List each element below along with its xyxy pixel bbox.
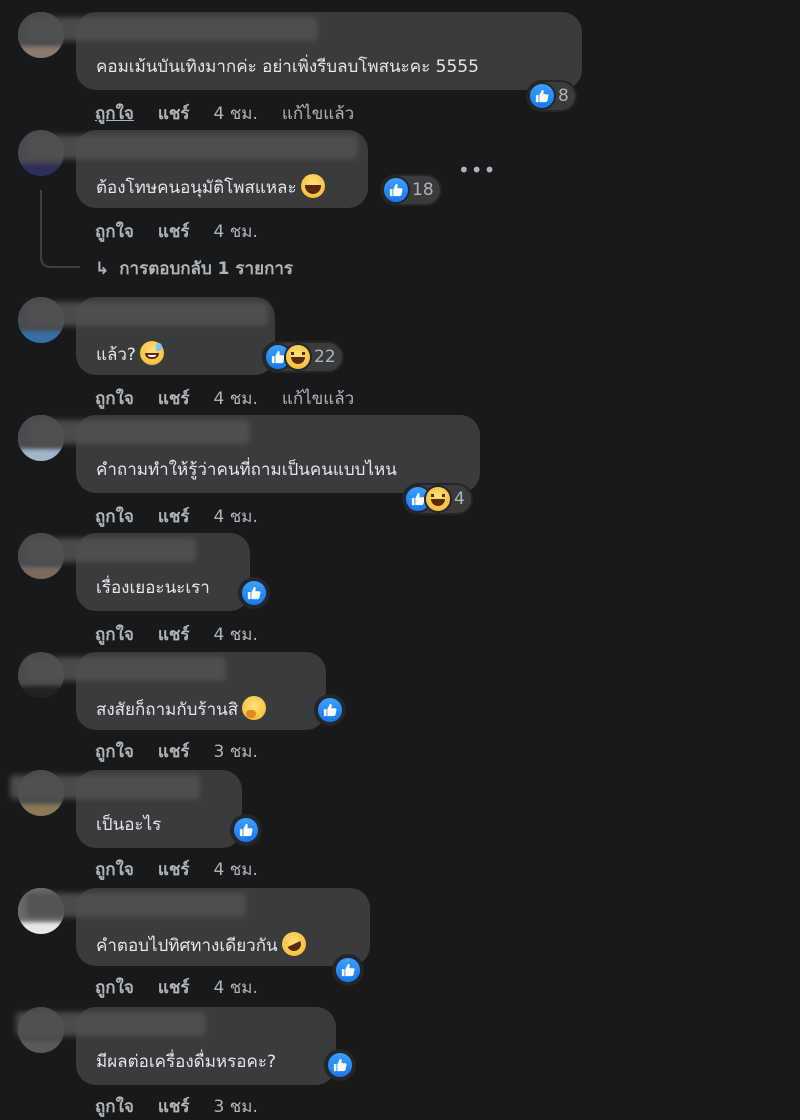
comment-text: มีผลต่อเครื่องดื่มหรอคะ? <box>96 1052 276 1072</box>
timestamp[interactable]: 4 ชม. <box>214 218 258 245</box>
comment-bubble: มีผลต่อเครื่องดื่มหรอคะ? <box>16 1007 336 1085</box>
reaction-summary[interactable] <box>326 1051 354 1079</box>
like-action[interactable]: ถูกใจ <box>95 218 134 245</box>
like-reaction-icon <box>234 818 258 842</box>
comment-bubble: ต้องโทษคนอนุมัติโพสแหละ <box>28 130 368 208</box>
haha-reaction-icon <box>286 345 310 369</box>
like-reaction-icon <box>336 958 360 982</box>
comment-actions: ถูกใจ แชร์ 4 ชม. <box>95 218 282 245</box>
comment-bubble: สงสัยก็ถามกับร้านสิ <box>26 652 326 730</box>
reaction-summary[interactable] <box>240 579 268 607</box>
reaction-summary[interactable] <box>334 956 362 984</box>
like-reaction-icon <box>242 581 266 605</box>
author-name-blurred[interactable] <box>16 1012 206 1036</box>
comment-text: สงสัยก็ถามกับร้านสิ <box>96 696 267 721</box>
author-name-blurred[interactable] <box>10 775 200 799</box>
comment-text: เป็นอะไร <box>96 815 162 835</box>
like-reaction-icon <box>328 1053 352 1077</box>
comment-item: คำตอบไปทิศทางเดียวกัน ถูกใจ แชร์ 4 ชม. <box>0 876 800 998</box>
reaction-summary[interactable]: 22 <box>264 343 342 371</box>
reaction-summary[interactable] <box>316 696 344 724</box>
comment-item: คำถามทำให้รู้ว่าคนที่ถามเป็นคนแบบไหน 4 ถ… <box>0 403 800 527</box>
comment-text: คำตอบไปทิศทางเดียวกัน <box>96 928 310 960</box>
like-reaction-icon <box>384 178 408 202</box>
comment-text: คำถามทำให้รู้ว่าคนที่ถามเป็นคนแบบไหน <box>96 460 397 480</box>
reaction-count: 8 <box>558 86 569 106</box>
reaction-summary[interactable]: 18 <box>382 176 440 204</box>
comment-bubble: เรื่องเยอะนะเรา <box>26 533 250 611</box>
reaction-count: 4 <box>454 489 465 509</box>
reaction-count: 22 <box>314 347 336 367</box>
reaction-summary[interactable]: 4 <box>404 485 471 513</box>
haha-reaction-icon <box>426 487 450 511</box>
thinking-emoji-icon <box>242 696 267 720</box>
like-reaction-icon <box>318 698 342 722</box>
comment-text: ต้องโทษคนอนุมัติโพสแหละ <box>96 174 325 199</box>
reaction-summary[interactable]: 8 <box>528 82 575 110</box>
comment-item: แล้ว? 22 ถูกใจ แชร์ 4 ชม. แก้ไขแล้ว <box>0 285 800 409</box>
like-action[interactable]: ถูกใจ <box>95 1093 134 1120</box>
rofl-emoji-icon <box>277 928 310 960</box>
reaction-count: 18 <box>412 180 434 200</box>
reaction-summary[interactable] <box>232 816 260 844</box>
more-options-icon[interactable]: ••• <box>458 158 496 182</box>
comment-bubble: เป็นอะไร <box>10 770 242 848</box>
comment-item: เป็นอะไร ถูกใจ แชร์ 4 ชม. <box>0 758 800 880</box>
comment-text: คอมเม้นบันเทิงมากค่ะ อย่าเพิ่งรีบลบโพสนะ… <box>96 57 479 77</box>
comment-item: สงสัยก็ถามกับร้านสิ ถูกใจ แชร์ 3 ชม. <box>0 640 800 762</box>
comment-actions: ถูกใจ แชร์ 3 ชม. <box>95 1093 282 1120</box>
author-name-blurred[interactable] <box>26 657 226 681</box>
comment-bubble: แล้ว? <box>28 297 275 375</box>
like-reaction-icon <box>530 84 554 108</box>
comment-item: มีผลต่อเครื่องดื่มหรอคะ? ถูกใจ แชร์ 3 ชม… <box>0 995 800 1117</box>
author-name-blurred[interactable] <box>28 135 358 159</box>
comment-bubble: คอมเม้นบันเทิงมากค่ะ อย่าเพิ่งรีบลบโพสนะ… <box>28 12 582 90</box>
timestamp[interactable]: 3 ชม. <box>214 1093 258 1120</box>
author-name-blurred[interactable] <box>30 420 250 444</box>
comment-item: ต้องโทษคนอนุมัติโพสแหละ 18 ถูกใจ แชร์ 4 … <box>0 118 800 242</box>
author-name-blurred[interactable] <box>28 17 318 41</box>
comment-text: แล้ว? <box>96 341 164 366</box>
comment-item: คอมเม้นบันเทิงมากค่ะ อย่าเพิ่งรีบลบโพสนะ… <box>0 0 800 124</box>
laughing-emoji-icon <box>300 174 325 198</box>
comment-text: เรื่องเยอะนะเรา <box>96 578 210 598</box>
view-replies-link[interactable]: ↳ การตอบกลับ 1 รายการ <box>95 255 293 282</box>
reply-arrow-icon: ↳ <box>95 259 110 279</box>
share-action[interactable]: แชร์ <box>158 1093 190 1120</box>
author-name-blurred[interactable] <box>26 538 196 562</box>
share-action[interactable]: แชร์ <box>158 218 190 245</box>
comment-bubble: คำตอบไปทิศทางเดียวกัน <box>26 888 370 966</box>
view-replies-text: การตอบกลับ 1 รายการ <box>119 259 294 279</box>
comment-bubble: คำถามทำให้รู้ว่าคนที่ถามเป็นคนแบบไหน <box>30 415 480 493</box>
author-name-blurred[interactable] <box>28 302 268 326</box>
reply-thread-line <box>40 190 80 268</box>
grin-sweat-emoji-icon <box>139 341 164 365</box>
author-name-blurred[interactable] <box>26 893 246 917</box>
comment-item: เรื่องเยอะนะเรา ถูกใจ แชร์ 4 ชม. <box>0 521 800 645</box>
